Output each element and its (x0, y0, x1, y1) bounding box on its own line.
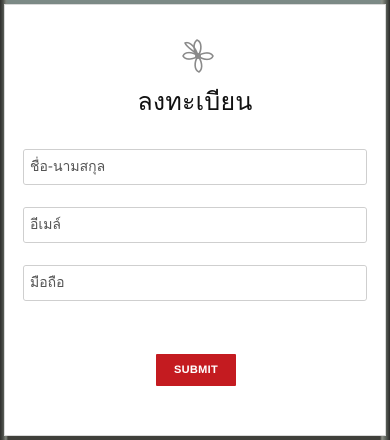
registration-modal: ลงทะเบียน SUBMIT (4, 4, 386, 436)
full-name-input[interactable] (23, 149, 367, 185)
page: ลงทะเบียน SUBMIT (0, 0, 390, 440)
flower-logo-icon (182, 39, 214, 73)
submit-button[interactable]: SUBMIT (156, 354, 236, 386)
mobile-phone-input[interactable] (23, 265, 367, 301)
page-title: ลงทะเบียน (137, 87, 253, 116)
email-input[interactable] (23, 207, 367, 243)
